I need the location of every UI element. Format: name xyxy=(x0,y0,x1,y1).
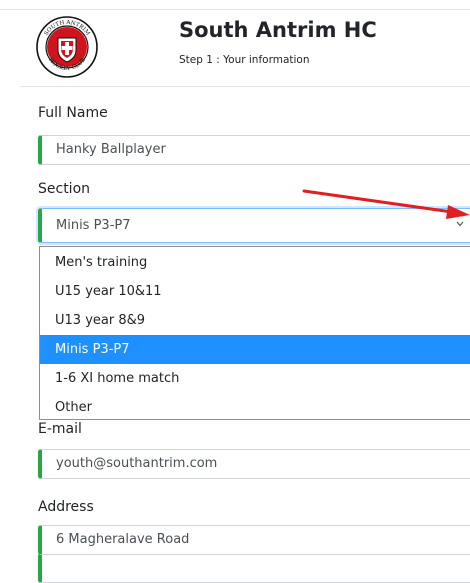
step-indicator: Step 1 : Your information xyxy=(179,54,310,66)
dropdown-option[interactable]: 1-6 XI home match xyxy=(40,364,470,393)
dropdown-option-selected[interactable]: Minis P3-P7 xyxy=(40,335,470,364)
section-select[interactable]: Minis P3-P7 xyxy=(38,208,470,243)
dropdown-option[interactable]: U15 year 10&11 xyxy=(40,277,470,306)
club-title: South Antrim HC xyxy=(179,18,377,42)
address-input-top[interactable] xyxy=(38,553,470,583)
dropdown-option[interactable]: Other xyxy=(40,393,470,422)
section-dropdown-list[interactable]: Men's training U15 year 10&11 U13 year 8… xyxy=(39,246,470,420)
email-input[interactable]: youth@southantrim.com xyxy=(38,449,470,479)
section-label: Section xyxy=(38,181,91,197)
header-top-divider xyxy=(0,9,470,10)
club-logo: SOUTH ANTRIM HOCKEY CLUB xyxy=(36,16,98,78)
dropdown-option[interactable]: U13 year 8&9 xyxy=(40,306,470,335)
email-label: E-mail xyxy=(38,421,82,437)
full-name-input[interactable]: Hanky Ballplayer xyxy=(38,135,470,165)
address-label: Address xyxy=(38,499,94,515)
full-name-label: Full Name xyxy=(38,105,108,121)
chevron-down-icon[interactable] xyxy=(456,221,464,227)
address-input[interactable]: 6 Magheralave Road xyxy=(38,525,470,555)
header-bottom-divider xyxy=(20,86,470,87)
dropdown-option[interactable]: Men's training xyxy=(40,248,470,277)
